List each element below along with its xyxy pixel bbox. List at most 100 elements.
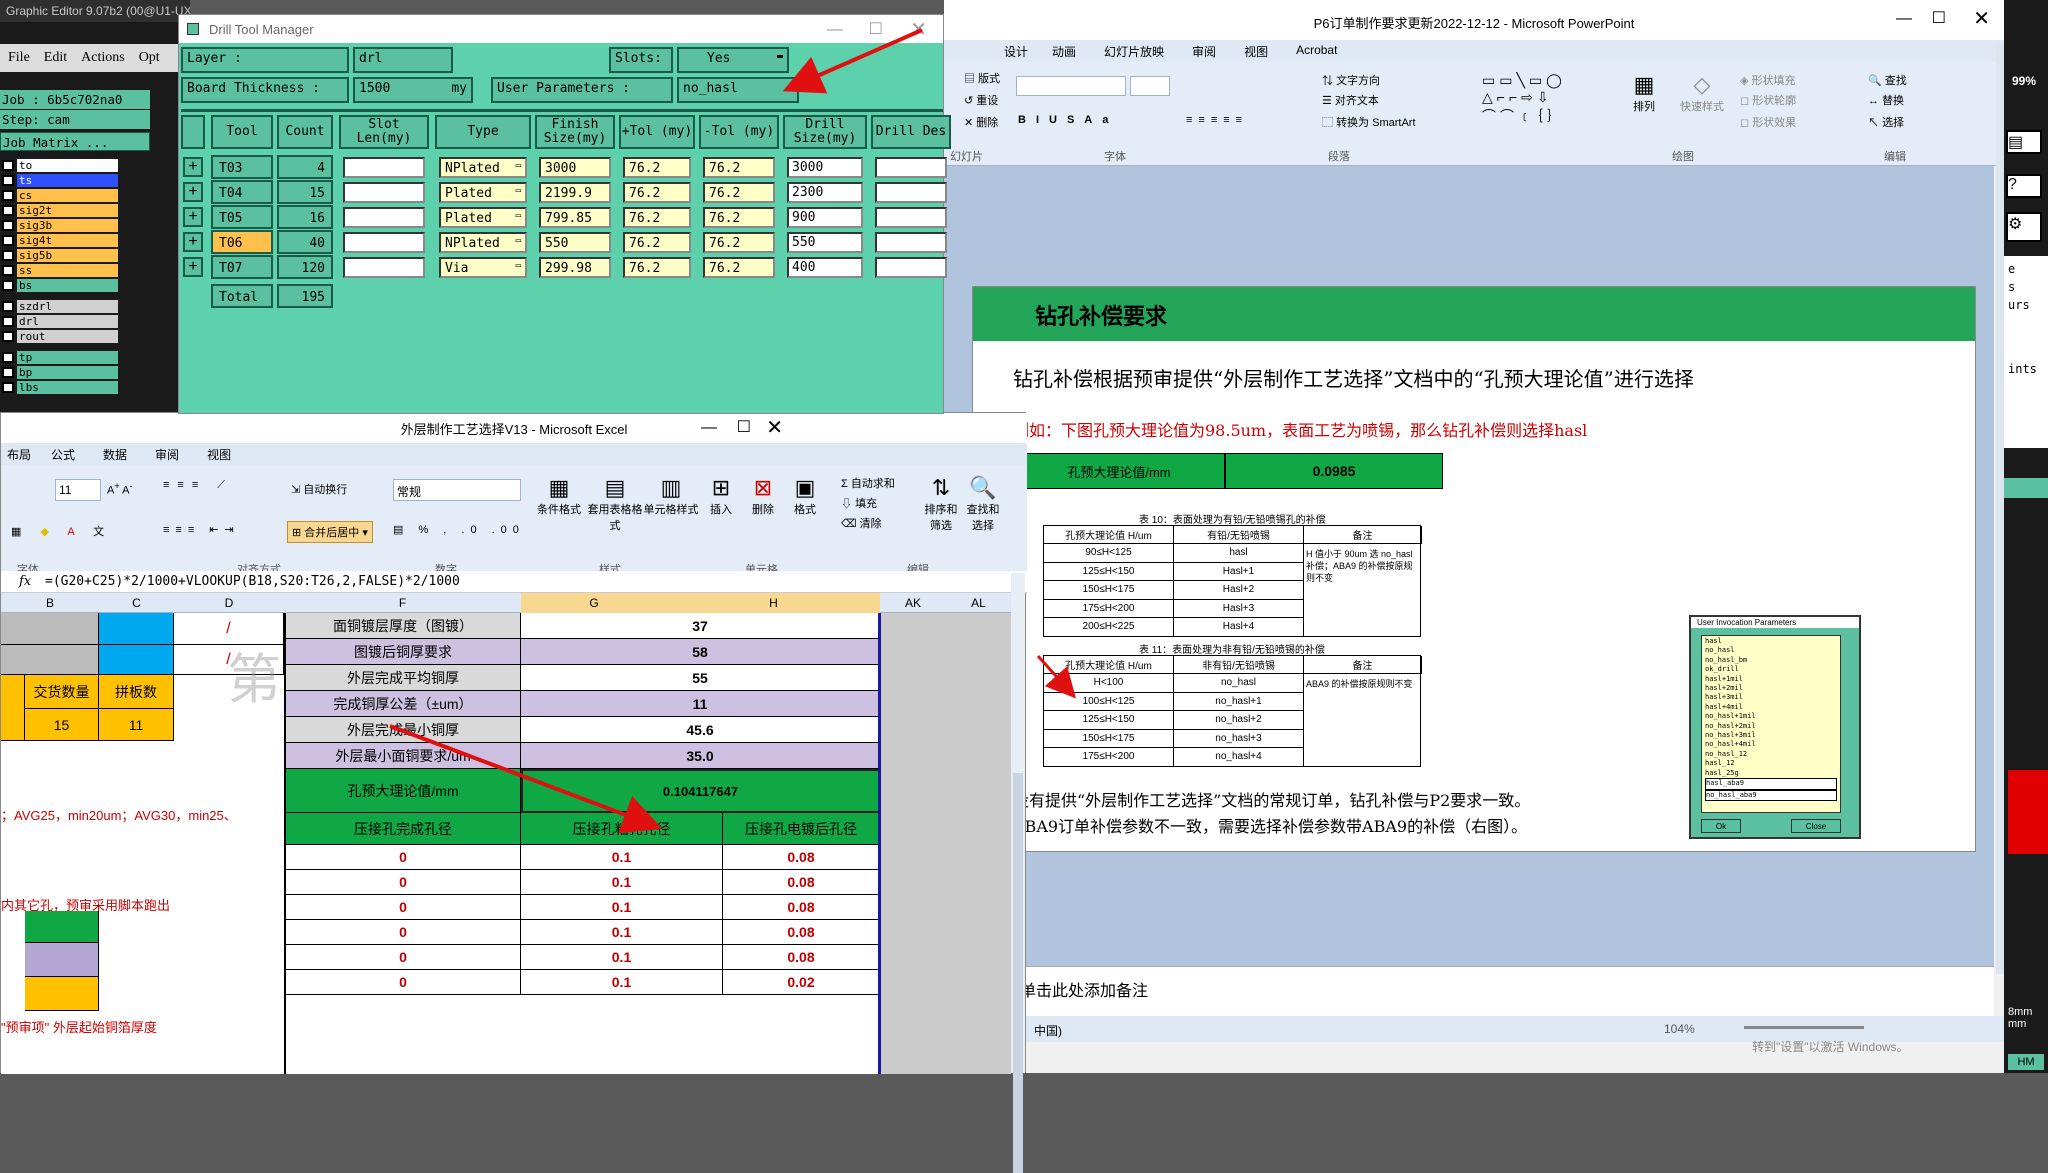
delete-button[interactable]: ⊠ 删除: [743, 475, 783, 517]
menu-actions[interactable]: Actions: [81, 50, 125, 66]
slot-len-input[interactable]: [343, 257, 425, 278]
plus-tol-input[interactable]: 76.2: [623, 232, 691, 253]
finish-size-input[interactable]: 799.85: [539, 207, 611, 228]
col-header-f[interactable]: F: [284, 593, 521, 613]
type-select[interactable]: NPlated ▭: [439, 157, 527, 178]
minimize-icon[interactable]: —: [1896, 10, 1912, 28]
smartart-button[interactable]: ⬚ 转换为 SmartArt: [1322, 114, 1416, 130]
tab-review[interactable]: 审阅: [141, 443, 193, 465]
help-icon[interactable]: ?: [2006, 174, 2042, 198]
ppt-scrollbar[interactable]: [1996, 44, 2004, 974]
autosum-button[interactable]: Σ 自动求和: [841, 475, 895, 491]
expand-row-icon[interactable]: +: [183, 257, 203, 277]
col-header-b[interactable]: B: [1, 593, 99, 613]
font-size-select[interactable]: 11: [55, 479, 101, 501]
tool-cell[interactable]: T04: [211, 180, 273, 204]
expand-row-icon[interactable]: +: [183, 157, 203, 177]
tool-cell[interactable]: T03: [211, 155, 273, 179]
conditional-format-button[interactable]: ▦ 条件格式: [529, 475, 589, 517]
cell-blue[interactable]: [99, 613, 174, 645]
quick-styles-button[interactable]: ◇ 快速样式: [1672, 72, 1732, 114]
sub-cell[interactable]: 0.08: [723, 845, 880, 870]
layer-checkbox[interactable]: [2, 351, 14, 363]
tab-data[interactable]: 数据: [89, 443, 141, 465]
note-avg[interactable]: ；AVG25，min20um；AVG30，min25、: [1, 805, 284, 824]
tool-cell[interactable]: T06: [211, 230, 273, 254]
shape-effects-button[interactable]: ◻ 形状效果: [1740, 114, 1796, 130]
layer-checkbox[interactable]: [2, 204, 14, 216]
sub-cell[interactable]: 0.1: [521, 845, 723, 870]
sub-cell[interactable]: 0.08: [723, 920, 880, 945]
cell-qty-header[interactable]: 交货数量: [25, 675, 99, 709]
minus-tol-input[interactable]: 76.2: [703, 257, 775, 278]
layer-row[interactable]: sig5b: [0, 248, 118, 262]
sort-filter-button[interactable]: ⇅ 排序和筛选: [921, 475, 961, 533]
layer-row[interactable]: ss: [0, 263, 118, 277]
maximize-icon[interactable]: ☐: [869, 19, 883, 39]
type-select[interactable]: NPlated ▭: [439, 232, 527, 253]
layer-row[interactable]: bs: [0, 278, 118, 292]
cell-panel-header[interactable]: 拼板数: [99, 675, 174, 709]
delete-slide-button[interactable]: ✕ 删除: [964, 114, 998, 130]
minus-tol-input[interactable]: 76.2: [703, 207, 775, 228]
calc-value[interactable]: 45.6: [521, 717, 880, 743]
sub-cell[interactable]: 0.1: [521, 895, 723, 920]
cell-gray[interactable]: [1, 613, 99, 645]
font-format-buttons[interactable]: BIUSAa: [1018, 114, 1118, 126]
sub-cell[interactable]: 0.08: [723, 945, 880, 970]
cell-gray[interactable]: [1, 645, 99, 675]
board-thickness-field[interactable]: 1500 my: [353, 77, 473, 103]
close-icon[interactable]: ✕: [1973, 6, 1990, 31]
layer-checkbox[interactable]: [2, 279, 14, 291]
drill-des-input[interactable]: [875, 232, 947, 253]
format-as-table-button[interactable]: ▤ 套用表格格式: [585, 475, 645, 533]
sub-cell[interactable]: 0: [286, 920, 521, 945]
number-format-icons[interactable]: ▤ % , .0 .00: [393, 523, 525, 536]
cell-styles-button[interactable]: ▥ 单元格样式: [641, 475, 701, 517]
layer-row[interactable]: sig2t: [0, 203, 118, 217]
cell-blue[interactable]: [99, 645, 174, 675]
job-matrix-button[interactable]: Job Matrix ...: [0, 132, 150, 151]
layer-row[interactable]: to: [0, 158, 118, 172]
hole-label-cell[interactable]: 孔预大理论值/mm: [286, 769, 521, 813]
drill-size-input[interactable]: 550: [787, 232, 863, 253]
layer-row[interactable]: cs: [0, 188, 118, 202]
layer-row[interactable]: lbs: [0, 380, 118, 394]
formula-bar[interactable]: fx =(G20+C25)*2/1000+VLOOKUP(B18,S20:T26…: [1, 571, 1027, 593]
find-button[interactable]: 🔍 查找: [1868, 72, 1907, 88]
sub-cell[interactable]: 0: [286, 845, 521, 870]
layer-row[interactable]: rout: [0, 329, 118, 343]
menu-edit[interactable]: Edit: [44, 50, 67, 66]
drill-des-input[interactable]: [875, 207, 947, 228]
notes-pane[interactable]: 单击此处添加备注: [944, 966, 1994, 1022]
finish-size-input[interactable]: 299.98: [539, 257, 611, 278]
col-header-d[interactable]: D: [174, 593, 284, 613]
format-button[interactable]: ▣ 格式: [785, 475, 825, 517]
finish-size-input[interactable]: 2199.9: [539, 182, 611, 203]
layer-checkbox[interactable]: [2, 189, 14, 201]
expand-row-icon[interactable]: +: [183, 207, 203, 227]
tab-view[interactable]: 视图: [1230, 40, 1282, 62]
layer-checkbox[interactable]: [2, 249, 14, 261]
layer-checkbox[interactable]: [2, 300, 14, 312]
layer-checkbox[interactable]: [2, 315, 14, 327]
calc-value[interactable]: 35.0: [521, 743, 880, 769]
slot-len-input[interactable]: [343, 232, 425, 253]
plus-tol-input[interactable]: 76.2: [623, 157, 691, 178]
layer-checkbox[interactable]: [2, 174, 14, 186]
calc-label[interactable]: 外层完成平均铜厚: [286, 665, 521, 691]
calc-label[interactable]: 完成铜厚公差（±um）: [286, 691, 521, 717]
sub-cell[interactable]: 0: [286, 895, 521, 920]
shape-outline-button[interactable]: ◻ 形状轮廓: [1740, 92, 1796, 108]
sub-cell[interactable]: 0.08: [723, 895, 880, 920]
col-header-h[interactable]: H: [667, 593, 880, 613]
expand-row-icon[interactable]: +: [183, 232, 203, 252]
finish-size-input[interactable]: 550: [539, 232, 611, 253]
sub-cell[interactable]: 0.1: [521, 920, 723, 945]
layer-checkbox[interactable]: [2, 264, 14, 276]
layer-row[interactable]: ts: [0, 173, 118, 187]
sub-cell[interactable]: 0.02: [723, 970, 880, 995]
calc-value[interactable]: 55: [521, 665, 880, 691]
drill-size-input[interactable]: 2300: [787, 182, 863, 203]
layer-checkbox[interactable]: [2, 159, 14, 171]
